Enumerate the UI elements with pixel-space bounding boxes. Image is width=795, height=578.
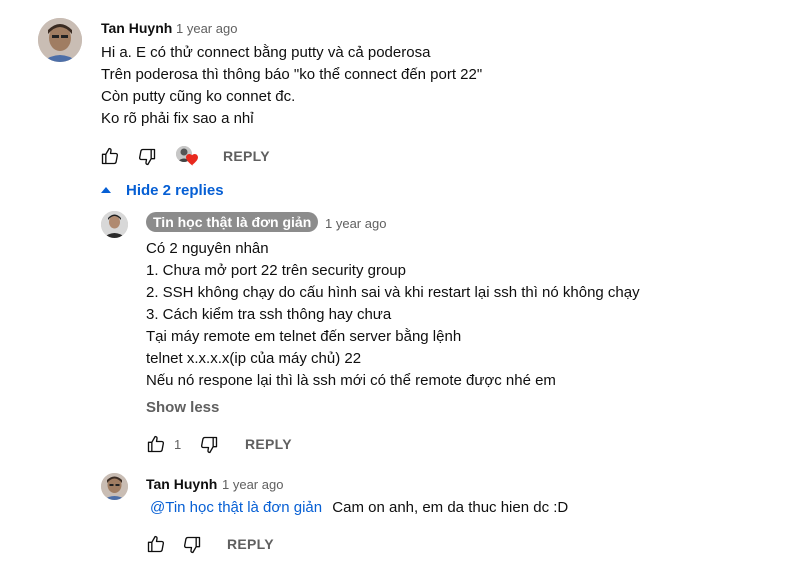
reply-line: Nếu nó respone lại thì là ssh mới có thể… bbox=[146, 372, 556, 389]
hide-replies-label: Hide 2 replies bbox=[126, 181, 224, 199]
reply-time[interactable]: 1 year ago bbox=[325, 216, 386, 231]
reply-line: Có 2 nguyên nhân bbox=[146, 240, 269, 257]
thumb-up-icon bbox=[147, 535, 165, 553]
reply-button[interactable]: REPLY bbox=[245, 436, 292, 452]
reply-line: 1. Chưa mở port 22 trên security group bbox=[146, 262, 406, 279]
commenter-avatar[interactable] bbox=[38, 18, 82, 62]
show-less-button[interactable]: Show less bbox=[146, 399, 219, 416]
reply-time[interactable]: 1 year ago bbox=[222, 477, 283, 492]
comment-line: Ko rõ phải fix sao a nhỉ bbox=[101, 110, 254, 127]
like-button[interactable] bbox=[146, 434, 166, 454]
reply-author[interactable]: Tan Huynh bbox=[146, 476, 217, 492]
reply-line: telnet x.x.x.x(ip của máy chủ) 22 bbox=[146, 350, 362, 367]
comment-time[interactable]: 1 year ago bbox=[176, 21, 237, 36]
creator-heart bbox=[176, 146, 200, 168]
reply-line: 2. SSH không chạy do cấu hình sai và khi… bbox=[146, 284, 640, 301]
dislike-button[interactable] bbox=[182, 535, 202, 555]
dislike-button[interactable] bbox=[199, 435, 219, 455]
reply-author-avatar[interactable] bbox=[101, 473, 128, 500]
caret-up-icon bbox=[101, 187, 111, 193]
reply-line: 3. Cách kiểm tra ssh thông hay chưa bbox=[146, 306, 392, 323]
thumb-down-icon bbox=[138, 148, 156, 166]
dislike-button[interactable] bbox=[137, 147, 157, 167]
thumb-down-icon bbox=[183, 536, 201, 554]
thumb-up-icon bbox=[101, 147, 119, 165]
like-count: 1 bbox=[174, 437, 182, 452]
like-button[interactable] bbox=[146, 534, 166, 554]
comment-author[interactable]: Tan Huynh bbox=[101, 20, 172, 36]
comment-body: Hi a. E có thử connect bằng putty và cả … bbox=[101, 42, 482, 130]
reply-body: @Tin học thật là đơn giản Cam on anh, em… bbox=[150, 497, 568, 519]
reply-button[interactable]: REPLY bbox=[227, 536, 274, 552]
heart-icon bbox=[186, 154, 198, 166]
reply-author-badge[interactable]: Tin học thật là đơn giản bbox=[146, 212, 319, 232]
reply-author-avatar[interactable] bbox=[101, 211, 128, 238]
reply-body: Có 2 nguyên nhân 1. Chưa mở port 22 trên… bbox=[146, 238, 640, 392]
mention-link[interactable]: @Tin học thật là đơn giản bbox=[150, 499, 322, 516]
comment-line: Hi a. E có thử connect bằng putty và cả … bbox=[101, 44, 431, 61]
like-button[interactable] bbox=[100, 146, 120, 166]
reply-line: Tại máy remote em telnet đến server bằng… bbox=[146, 328, 462, 345]
hide-replies-toggle[interactable]: Hide 2 replies bbox=[100, 180, 224, 200]
reply-button[interactable]: REPLY bbox=[223, 148, 270, 164]
comment-line: Còn putty cũng ko connet đc. bbox=[101, 88, 296, 105]
thumb-up-icon bbox=[147, 435, 165, 453]
comment-line: Trên poderosa thì thông báo "ko thể conn… bbox=[101, 66, 483, 83]
thumb-down-icon bbox=[200, 436, 218, 454]
reply-text: Cam on anh, em da thuc hien dc :D bbox=[332, 499, 569, 516]
